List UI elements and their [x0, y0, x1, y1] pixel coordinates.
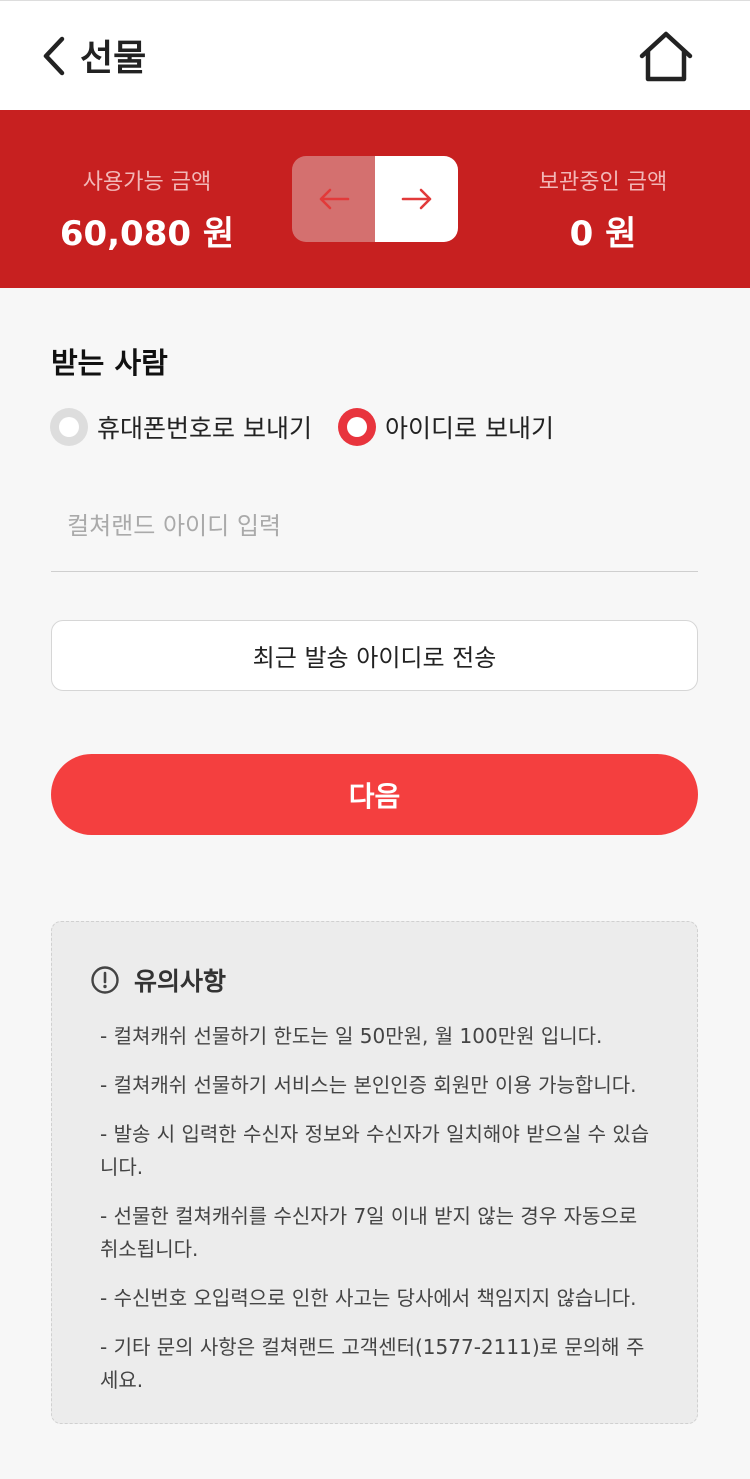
exclamation-circle-icon: [91, 966, 119, 994]
radio-selected-icon: [338, 408, 376, 446]
send-by-phone-radio[interactable]: 휴대폰번호로 보내기: [50, 408, 312, 446]
send-by-id-radio[interactable]: 아이디로 보내기: [338, 408, 554, 446]
arrow-right-icon: [401, 188, 431, 210]
move-right-button[interactable]: [375, 156, 458, 242]
balance-transfer-toggle: [292, 156, 458, 242]
home-icon: [639, 31, 693, 82]
recipient-id-input[interactable]: [51, 480, 698, 572]
chevron-left-icon: [43, 36, 65, 76]
notice-item: - 발송 시 입력한 수신자 정보와 수신자가 일치해야 받으실 수 있습니다.: [100, 1122, 650, 1179]
notice-list: - 컬쳐캐쉬 선물하기 한도는 일 50만원, 월 100만원 입니다. - 컬…: [100, 1020, 660, 1413]
available-balance-amount: 60,080 원: [59, 214, 235, 254]
send-to-recent-id-button[interactable]: 최근 발송 아이디로 전송: [51, 620, 698, 691]
send-by-id-label: 아이디로 보내기: [385, 414, 554, 443]
available-balance-label: 사용가능 금액: [82, 170, 212, 195]
move-left-button[interactable]: [292, 156, 375, 242]
page-title: 선물: [80, 38, 147, 79]
notice-header: 유의사항: [90, 962, 226, 998]
notice-item: - 수신번호 오입력으로 인한 사고는 당사에서 책임지지 않습니다.: [100, 1286, 637, 1310]
send-by-phone-label: 휴대폰번호로 보내기: [97, 414, 312, 443]
notice-item: - 컬쳐캐쉬 선물하기 서비스는 본인인증 회원만 이용 가능합니다.: [100, 1073, 637, 1097]
notice-title: 유의사항: [134, 967, 227, 996]
notice-item: - 컬쳐캐쉬 선물하기 한도는 일 50만원, 월 100만원 입니다.: [100, 1024, 603, 1048]
radio-unselected-icon: [50, 408, 88, 446]
notice-item: - 기타 문의 사항은 컬쳐랜드 고객센터(1577-2111)로 문의해 주세…: [100, 1335, 645, 1392]
back-button[interactable]: [38, 35, 74, 77]
notice-item: - 선물한 컬쳐캐쉬를 수신자가 7일 이내 받지 않는 경우 자동으로 취소됩…: [100, 1204, 638, 1261]
recipient-section-title: 받는 사람: [51, 346, 168, 380]
home-button[interactable]: [636, 29, 696, 85]
next-button[interactable]: 다음: [51, 754, 698, 835]
balance-banner: 사용가능 금액 60,080 원 보관중인 금액 0 원: [0, 110, 750, 288]
app-header: 선물: [0, 0, 750, 110]
notice-box: 유의사항 - 컬쳐캐쉬 선물하기 한도는 일 50만원, 월 100만원 입니다…: [51, 921, 698, 1424]
stored-balance-label: 보관중인 금액: [538, 170, 668, 195]
arrow-left-icon: [319, 188, 349, 210]
stored-balance-amount: 0 원: [569, 214, 637, 254]
